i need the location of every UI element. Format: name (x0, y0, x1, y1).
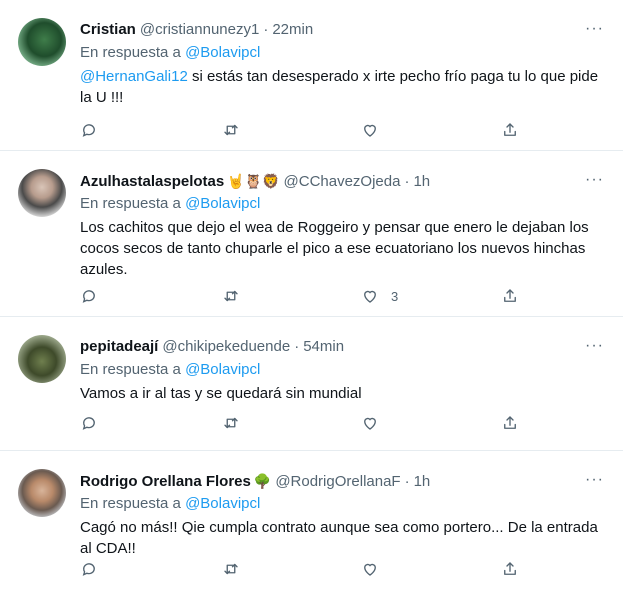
tweet-time[interactable]: 1h (413, 173, 430, 190)
author-name[interactable]: Azulhastalaspelotas (80, 173, 224, 190)
reply-button[interactable] (80, 559, 98, 579)
retweet-button[interactable] (222, 286, 240, 306)
reply-icon (82, 417, 95, 430)
separator-dot: · (294, 338, 300, 355)
tweet-feed: Cristian @cristiannunezy1 · 22min ··· En re… (0, 0, 623, 600)
tweet[interactable]: Azulhastalaspelotas 🤘🦉🦁 @CChavezOjeda · 1h ·… (0, 151, 623, 317)
reply-context: En respuesta a @Bolavipcl (80, 494, 260, 514)
share-icon (504, 416, 516, 429)
tweet-time[interactable]: 54min (303, 338, 344, 355)
like-icon (364, 290, 376, 303)
author-handle[interactable]: @RodrigOrellanaF (275, 473, 400, 490)
reply-to-link[interactable]: @Bolavipcl (185, 495, 260, 512)
retweet-icon (224, 124, 238, 136)
reply-to-link[interactable]: @Bolavipcl (185, 44, 260, 61)
reply-button[interactable] (80, 286, 98, 306)
reply-prefix: En respuesta a (80, 44, 181, 61)
avatar[interactable] (18, 469, 66, 517)
tweet-actions (80, 559, 520, 579)
retweet-icon (224, 290, 238, 302)
separator-dot: · (263, 21, 269, 38)
author-name[interactable]: Cristian (80, 21, 136, 38)
reply-prefix: En respuesta a (80, 361, 181, 378)
avatar[interactable] (18, 169, 66, 217)
retweet-button[interactable] (222, 559, 240, 579)
tweet-time[interactable]: 22min (272, 21, 313, 38)
like-button[interactable] (361, 413, 391, 433)
avatar[interactable] (18, 335, 66, 383)
separator-dot: · (404, 473, 410, 490)
share-button[interactable] (501, 559, 519, 579)
tweet[interactable]: Rodrigo Orellana Flores 🌳 @RodrigOrellanaF… (0, 451, 623, 600)
like-button[interactable] (361, 559, 391, 579)
tweet-actions (80, 120, 520, 140)
reply-prefix: En respuesta a (80, 495, 181, 512)
retweet-icon (224, 417, 238, 429)
reply-context: En respuesta a @Bolavipcl (80, 360, 260, 380)
reply-icon (82, 563, 95, 576)
author-handle[interactable]: @chikipekeduende (162, 338, 290, 355)
tweet[interactable]: pepitadeají @chikipekeduende · 54min ··· En… (0, 317, 623, 451)
reply-icon (82, 290, 95, 303)
avatar[interactable] (18, 18, 66, 66)
more-icon[interactable]: ··· (585, 20, 604, 38)
author-handle[interactable]: @CChavezOjeda (284, 173, 401, 190)
tweet-header: Rodrigo Orellana Flores 🌳 @RodrigOrellanaF… (80, 471, 563, 491)
like-icon (364, 417, 376, 430)
reply-button[interactable] (80, 120, 98, 140)
share-icon (504, 123, 516, 136)
share-button[interactable] (501, 286, 519, 306)
retweet-button[interactable] (222, 120, 240, 140)
tweet-actions (80, 413, 520, 433)
reply-to-link[interactable]: @Bolavipcl (185, 361, 260, 378)
more-icon[interactable]: ··· (585, 171, 604, 189)
tweet-header: Cristian @cristiannunezy1 · 22min (80, 20, 563, 40)
name-emojis: 🌳 (253, 473, 272, 489)
more-icon[interactable]: ··· (585, 337, 604, 355)
reply-context: En respuesta a @Bolavipcl (80, 43, 260, 63)
reply-context: En respuesta a @Bolavipcl (80, 194, 260, 214)
tweet-text: Vamos a ir al tas y se quedará sin mundi… (80, 385, 362, 402)
like-button[interactable]: 3 (361, 286, 398, 306)
tweet-header: pepitadeají @chikipekeduende · 54min (80, 337, 563, 357)
share-button[interactable] (501, 413, 519, 433)
reply-prefix: En respuesta a (80, 195, 181, 212)
share-button[interactable] (501, 120, 519, 140)
tweet-header: Azulhastalaspelotas 🤘🦉🦁 @CChavezOjeda · 1h (80, 171, 563, 191)
tweet-text: Cagó no más!! Qie cumpla contrato aunque… (80, 519, 598, 557)
reply-button[interactable] (80, 413, 98, 433)
like-count: 3 (391, 288, 399, 304)
retweet-icon (224, 563, 238, 575)
author-name[interactable]: Rodrigo Orellana Flores (80, 473, 251, 490)
reply-icon (82, 124, 95, 137)
share-icon (504, 562, 516, 575)
retweet-button[interactable] (222, 413, 240, 433)
tweet[interactable]: Cristian @cristiannunezy1 · 22min ··· En re… (0, 0, 623, 151)
like-icon (364, 563, 376, 576)
separator-dot: · (404, 173, 410, 190)
author-handle[interactable]: @cristiannunezy1 (140, 21, 259, 38)
tweet-text: Los cachitos que dejo el wea de Roggeiro… (80, 219, 589, 278)
mention-link[interactable]: @HernanGali12 (80, 68, 188, 85)
author-name[interactable]: pepitadeají (80, 338, 158, 355)
tweet-text: @HernanGali12 si estás tan desesperado x… (80, 66, 605, 108)
like-button[interactable] (361, 120, 391, 140)
tweet-actions: 3 (80, 286, 520, 306)
share-icon (504, 289, 516, 302)
reply-to-link[interactable]: @Bolavipcl (185, 195, 260, 212)
like-icon (364, 124, 376, 137)
tweet-time[interactable]: 1h (414, 473, 431, 490)
more-icon[interactable]: ··· (585, 471, 604, 489)
name-emojis: 🤘🦉🦁 (227, 173, 280, 189)
